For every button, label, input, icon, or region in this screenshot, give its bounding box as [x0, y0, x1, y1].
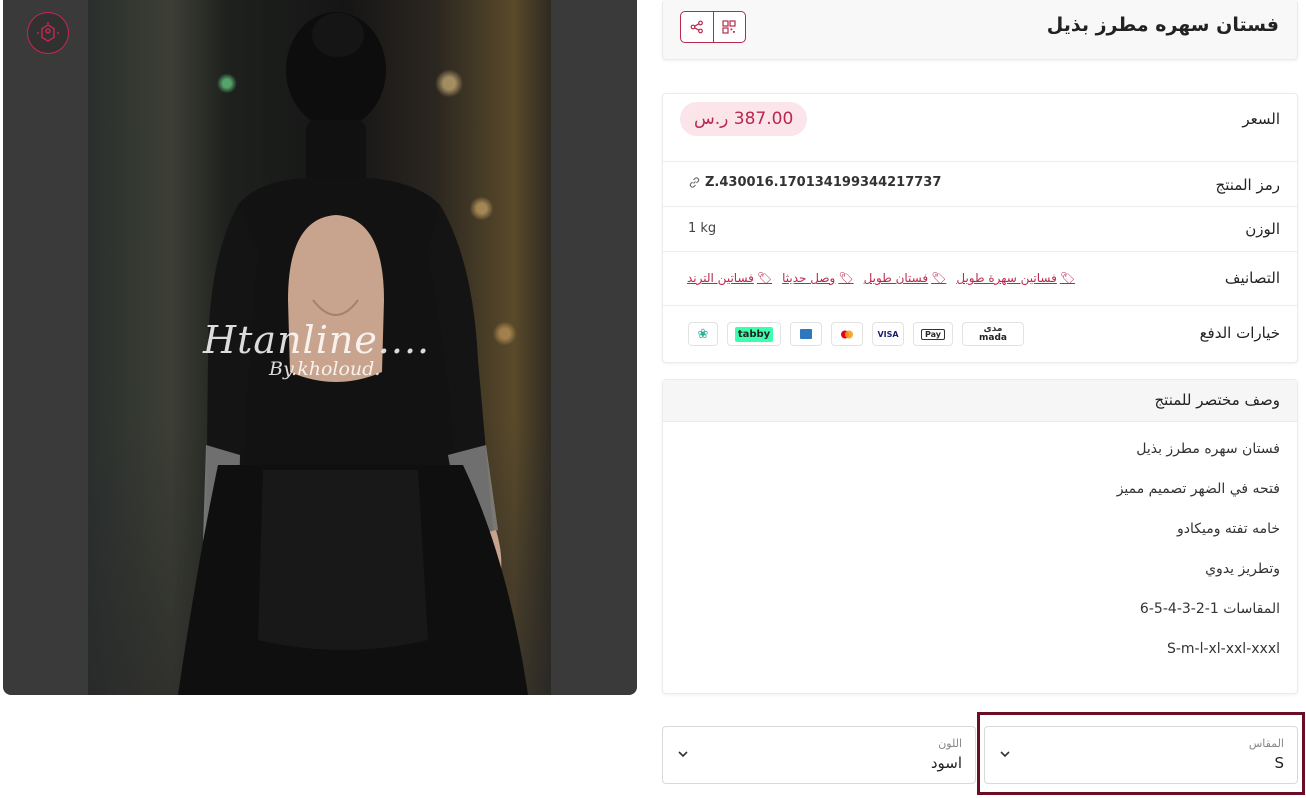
- watermark-line-1: Htanline....: [203, 318, 431, 362]
- payment-label: خيارات الدفع: [1199, 324, 1280, 342]
- weight-row: الوزن 1 kg: [663, 206, 1297, 251]
- sku-value[interactable]: Z.430016.170134199344217737: [688, 175, 941, 190]
- tag-icon: 🏷: [931, 271, 947, 285]
- product-title-card: فستان سهره مطرز بذيل: [662, 0, 1298, 60]
- tag-icon: 🏷: [756, 271, 773, 285]
- chevron-down-icon: [678, 751, 688, 758]
- category-link[interactable]: 🏷 فستان طويل: [864, 271, 947, 285]
- tabby-icon: tabby: [727, 322, 781, 346]
- description-heading: وصف مختصر للمنتج: [1154, 391, 1280, 409]
- qr-code-icon: [722, 20, 736, 34]
- share-icon: [690, 20, 703, 34]
- title-actions: [680, 11, 746, 43]
- payment-methods: مدى mada Pay VISA tabby ❀: [688, 322, 1024, 346]
- share-button[interactable]: [681, 12, 713, 42]
- tamara-icon: ❀: [688, 322, 718, 346]
- view-in-3d-button[interactable]: [27, 12, 69, 54]
- weight-value: 1 kg: [688, 221, 717, 236]
- description-header: وصف مختصر للمنتج: [663, 380, 1297, 422]
- categories-row: التصانيف 🏷 فساتين سهرة طويل 🏷 فستان طويل 🏷…: [663, 251, 1297, 305]
- link-icon: [689, 177, 700, 188]
- amex-icon: [790, 322, 822, 346]
- apple-pay-icon: Pay: [913, 322, 953, 346]
- description-line: خامه تفته وميكادو: [1176, 521, 1280, 537]
- price-label: السعر: [1242, 110, 1280, 128]
- tag-icon: 🏷: [838, 271, 854, 285]
- category-link[interactable]: 🏷 فساتين سهرة طويل: [956, 271, 1075, 285]
- photo-watermark: Htanline.... By.kholoud.: [203, 318, 430, 380]
- sku-text: Z.430016.170134199344217737: [705, 175, 942, 190]
- description-card: وصف مختصر للمنتج فستان سهره مطرز بذيل فت…: [662, 379, 1298, 694]
- description-line: فتحه في الضهر تصميم مميز: [1116, 481, 1280, 497]
- visa-icon: VISA: [872, 322, 904, 346]
- color-select-label: اللون: [938, 737, 962, 750]
- description-line: S-m-l-xl-xxl-xxxl: [1166, 641, 1280, 657]
- description-line: وتطريز يدوي: [1205, 561, 1280, 577]
- description-line: المقاسات 1-2-3-4-5-6: [1139, 601, 1280, 617]
- sku-row: رمز المنتج Z.430016.170134199344217737: [663, 161, 1297, 206]
- color-select-value: اسود: [930, 754, 962, 772]
- ar-cube-icon: [37, 22, 59, 42]
- payment-row: خيارات الدفع مدى mada Pay VISA tabby ❀: [663, 305, 1297, 364]
- mastercard-icon: [831, 322, 863, 346]
- chevron-down-icon: [1000, 751, 1010, 758]
- product-photo[interactable]: Htanline.... By.kholoud.: [88, 0, 551, 695]
- tag-icon: 🏷: [1059, 271, 1076, 285]
- weight-label: الوزن: [1245, 220, 1280, 238]
- price-row: السعر 387.00 ر.س: [663, 94, 1297, 161]
- product-info-card: السعر 387.00 ر.س رمز المنتج Z.430016.170…: [662, 93, 1298, 363]
- category-link[interactable]: 🏷 وصل حديثا: [782, 271, 853, 285]
- mada-icon: مدى mada: [962, 322, 1024, 346]
- price-badge: 387.00 ر.س: [680, 102, 808, 136]
- size-select-value: S: [1274, 754, 1284, 772]
- qr-code-button[interactable]: [712, 12, 746, 42]
- color-select[interactable]: اللون اسود: [662, 726, 976, 784]
- product-title: فستان سهره مطرز بذيل: [1046, 14, 1279, 36]
- sku-label: رمز المنتج: [1215, 176, 1280, 194]
- product-image-panel: Htanline.... By.kholoud.: [3, 0, 637, 695]
- description-line: فستان سهره مطرز بذيل: [1136, 441, 1280, 457]
- category-link[interactable]: 🏷 فساتين الترند: [687, 271, 772, 285]
- category-links: 🏷 فساتين سهرة طويل 🏷 فستان طويل 🏷 وصل حديثا…: [687, 271, 1075, 285]
- size-select[interactable]: المقاس S: [984, 726, 1298, 784]
- categories-label: التصانيف: [1224, 269, 1280, 287]
- size-select-label: المقاس: [1248, 737, 1284, 750]
